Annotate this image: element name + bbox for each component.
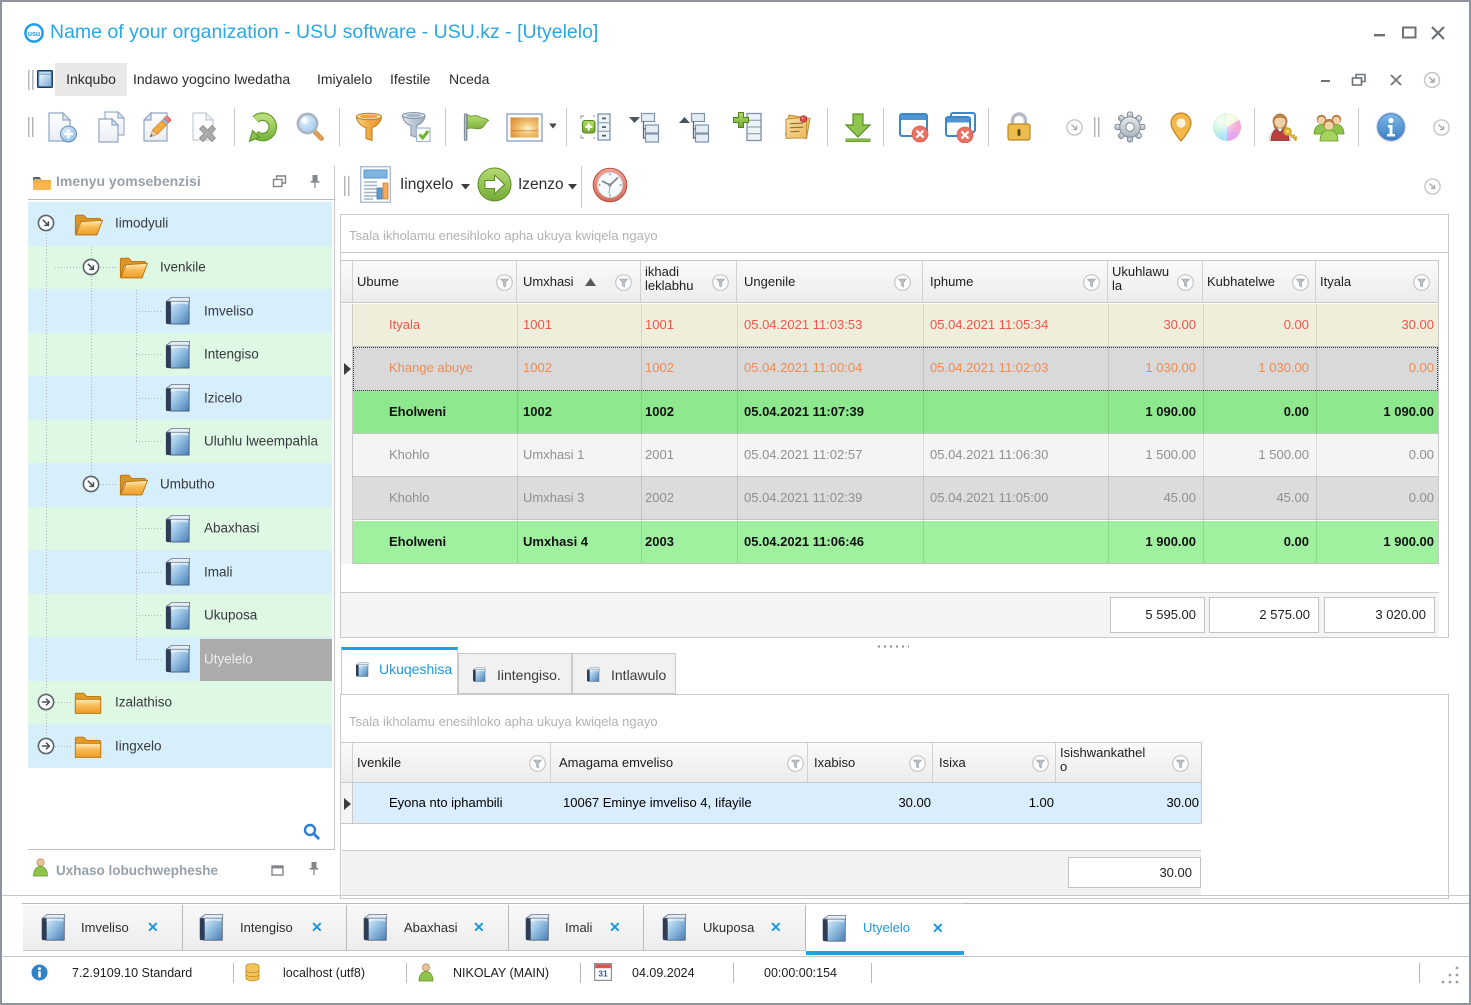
svg-text:31: 31: [598, 969, 608, 979]
svg-text:usu: usu: [28, 31, 40, 38]
